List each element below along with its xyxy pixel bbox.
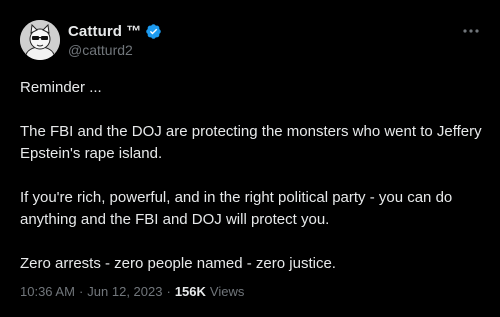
display-name[interactable]: Catturd ™ [68,23,141,40]
verified-badge-icon [145,23,162,40]
tweet-paragraph: Reminder ... [20,79,102,96]
tweet-paragraph: If you're rich, powerful, and in the rig… [20,189,453,228]
tweet-time[interactable]: 10:36 AM [20,284,75,299]
tweet-date[interactable]: Jun 12, 2023 [87,284,162,299]
tweet-meta: 10:36 AM · Jun 12, 2023 · 156K Views [20,284,244,299]
tweet-paragraph: The FBI and the DOJ are protecting the m… [20,123,482,162]
tweet-card: Catturd ™ @catturd2 Reminder ... The FBI… [0,0,500,317]
views-label: Views [209,284,245,299]
avatar[interactable] [20,20,60,60]
cat-avatar-icon [20,20,60,60]
meta-separator: · [166,284,171,299]
views-count: 156K [174,284,206,299]
author-handle[interactable]: @catturd2 [68,42,133,58]
tweet-text: Reminder ... The FBI and the DOJ are pro… [20,77,482,297]
meta-separator: · [78,284,84,299]
author-name-row: Catturd ™ [68,23,162,40]
more-options-icon[interactable] [462,22,480,40]
tweet-paragraph: Zero arrests - zero people named - zero … [20,255,336,272]
